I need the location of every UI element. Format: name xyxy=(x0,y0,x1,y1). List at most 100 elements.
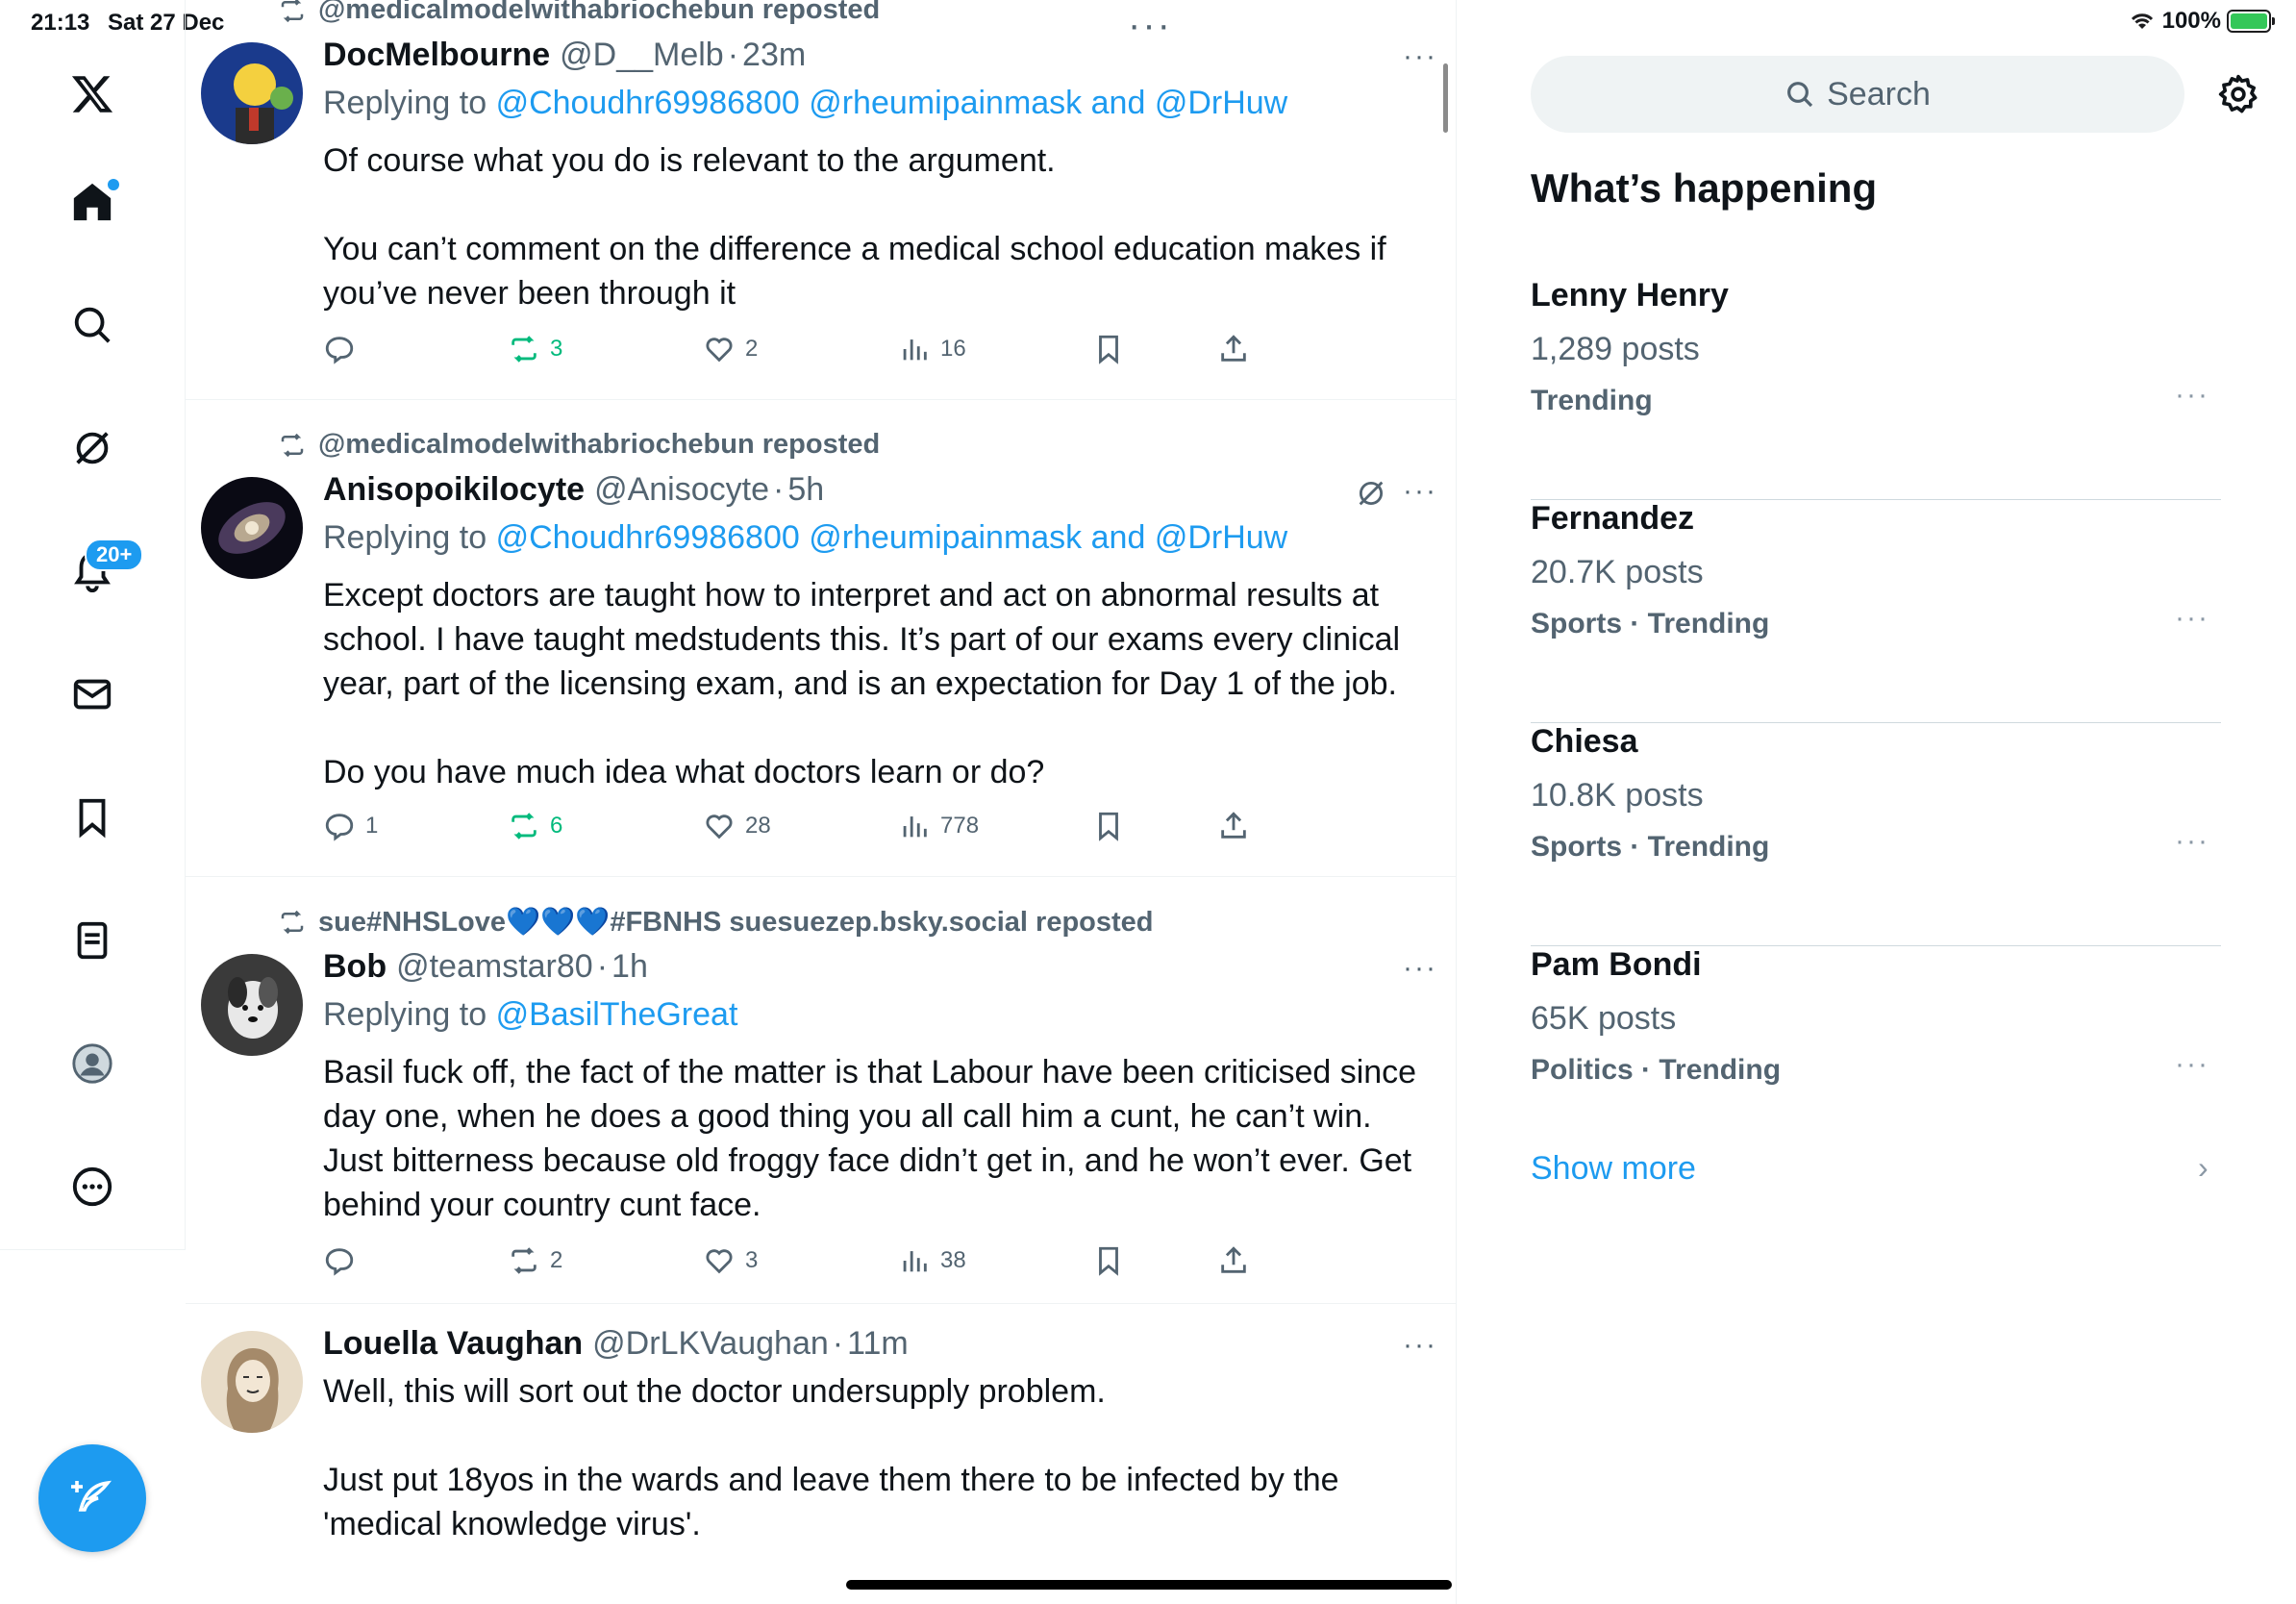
author-handle[interactable]: @teamstar80 xyxy=(396,948,593,986)
home-indicator[interactable] xyxy=(846,1580,1452,1590)
profile-icon[interactable] xyxy=(58,1029,127,1098)
trend-meta: Politics · Trending xyxy=(1531,1054,1782,1086)
x-logo-icon[interactable] xyxy=(58,60,127,129)
bookmark-button[interactable] xyxy=(1092,810,1125,842)
reply-mentions[interactable]: @Choudhr69986800 @rheumipainmask xyxy=(496,85,1083,121)
tweet-time[interactable]: 1h xyxy=(611,948,648,986)
share-icon xyxy=(1221,1246,1246,1273)
heart-icon xyxy=(706,338,733,363)
feather-plus-icon xyxy=(71,1480,112,1512)
grok-icon[interactable] xyxy=(1355,477,1387,510)
tweet-time[interactable]: 23m xyxy=(742,37,806,74)
like-button[interactable]: 2 xyxy=(703,333,758,365)
tweet[interactable]: sue#NHSLove💙💙💙#FBNHS suesuezep.bsky.soci… xyxy=(186,877,1456,1304)
tweet-header: DocMelbourne @D__Melb · 23m xyxy=(323,37,807,74)
reply-count: 1 xyxy=(365,813,379,839)
grok-icon[interactable] xyxy=(58,414,127,483)
trend-more-icon[interactable]: ··· xyxy=(2175,825,2209,858)
home-icon[interactable] xyxy=(58,167,127,237)
trend-name: Lenny Henry xyxy=(1531,277,1729,313)
chevron-right-icon[interactable]: › xyxy=(2198,1150,2209,1186)
repost-icon xyxy=(512,336,537,363)
bookmarks-icon[interactable] xyxy=(58,783,127,852)
reply-mentions[interactable]: @Choudhr69986800 @rheumipainmask xyxy=(496,519,1083,556)
views-chart-icon xyxy=(903,339,927,361)
views-count: 16 xyxy=(940,336,966,362)
trend-more-icon[interactable]: ··· xyxy=(2175,1048,2209,1081)
trend-item[interactable]: Fernandez 20.7K posts Sports · Trending … xyxy=(1531,500,2221,723)
trend-meta: Sports · Trending xyxy=(1531,608,1770,639)
avatar[interactable] xyxy=(201,1331,303,1433)
trend-item[interactable]: Lenny Henry 1,289 posts Trending ··· xyxy=(1531,277,2221,500)
share-icon xyxy=(1221,335,1246,362)
timeline: @medicalmodelwithabriochebun reposted ··… xyxy=(186,0,1457,1604)
tweet[interactable]: DocMelbourne @D__Melb · 23m ··· Replying… xyxy=(186,0,1456,400)
like-button[interactable]: 28 xyxy=(703,810,771,842)
messages-icon[interactable] xyxy=(58,660,127,729)
repost-button[interactable]: 6 xyxy=(508,810,562,842)
share-button[interactable] xyxy=(1217,333,1250,365)
avatar[interactable] xyxy=(201,477,303,579)
heart-icon xyxy=(706,1249,733,1274)
avatar[interactable] xyxy=(201,42,303,144)
repost-icon xyxy=(281,910,304,935)
explore-search-icon[interactable] xyxy=(58,290,127,360)
tweet-more-icon[interactable]: ··· xyxy=(1403,952,1437,985)
tweet[interactable]: @medicalmodelwithabriochebun reposted An… xyxy=(186,400,1456,877)
show-more-link[interactable]: Show more xyxy=(1531,1150,1696,1188)
author-name[interactable]: Louella Vaughan xyxy=(323,1325,583,1363)
trend-count: 20.7K posts xyxy=(1531,554,1704,590)
lists-icon[interactable] xyxy=(58,906,127,975)
settings-gear-icon[interactable] xyxy=(2217,73,2259,115)
author-handle[interactable]: @Anisocyte xyxy=(594,471,769,509)
repost-button[interactable]: 2 xyxy=(508,1244,562,1277)
trend-count: 1,289 posts xyxy=(1531,331,1700,367)
avatar[interactable] xyxy=(201,954,303,1056)
bookmark-button[interactable] xyxy=(1092,333,1125,365)
repost-attribution-text[interactable]: @medicalmodelwithabriochebun reposted xyxy=(318,429,880,461)
trend-name: Fernandez xyxy=(1531,500,1695,537)
author-name[interactable]: DocMelbourne xyxy=(323,37,550,74)
tweet-time[interactable]: 11m xyxy=(847,1325,909,1363)
share-button[interactable] xyxy=(1217,810,1250,842)
like-button[interactable]: 3 xyxy=(703,1244,758,1277)
bookmark-button[interactable] xyxy=(1092,1244,1125,1277)
reply-button[interactable]: 1 xyxy=(323,810,378,842)
tweet[interactable]: Louella Vaughan @DrLKVaughan · 11m ··· W… xyxy=(186,1304,1456,1604)
author-name[interactable]: Bob xyxy=(323,948,387,986)
author-handle[interactable]: @D__Melb xyxy=(560,37,724,74)
reply-button[interactable] xyxy=(323,1244,365,1277)
reply-icon xyxy=(325,1248,354,1276)
author-name[interactable]: Anisopoikilocyte xyxy=(323,471,585,509)
tweet-more-icon[interactable]: ··· xyxy=(1403,1329,1437,1362)
trend-meta: Sports · Trending xyxy=(1531,831,1770,863)
author-handle[interactable]: @DrLKVaughan xyxy=(592,1325,829,1363)
search-input[interactable]: Search xyxy=(1531,56,2184,133)
compose-post-button[interactable] xyxy=(38,1444,146,1552)
reply-mention-last[interactable]: @DrHuw xyxy=(1155,85,1287,121)
reply-mentions[interactable]: @BasilTheGreat xyxy=(496,996,738,1033)
views-button[interactable]: 16 xyxy=(898,333,966,365)
repost-icon xyxy=(512,1247,537,1274)
views-button[interactable]: 778 xyxy=(898,810,979,842)
tweet-more-icon[interactable]: ··· xyxy=(1403,40,1437,73)
trend-count: 65K posts xyxy=(1531,1000,1677,1037)
trend-item[interactable]: Chiesa 10.8K posts Sports · Trending ··· xyxy=(1531,723,2221,946)
repost-count: 3 xyxy=(550,336,563,362)
trend-more-icon[interactable]: ··· xyxy=(2175,379,2209,412)
tweet-more-icon[interactable]: ··· xyxy=(1403,475,1437,508)
reply-mention-last[interactable]: @DrHuw xyxy=(1155,519,1287,556)
trend-item[interactable]: Pam Bondi 65K posts Politics · Trending … xyxy=(1531,946,2221,1169)
reply-button[interactable] xyxy=(323,333,365,365)
tweet-time[interactable]: 5h xyxy=(787,471,824,509)
views-count: 38 xyxy=(940,1247,966,1273)
notifications-icon[interactable]: 20+ xyxy=(58,537,144,606)
views-button[interactable]: 38 xyxy=(898,1244,966,1277)
more-icon[interactable] xyxy=(58,1152,127,1221)
repost-button[interactable]: 3 xyxy=(508,333,562,365)
repost-attribution-text[interactable]: sue#NHSLove💙💙💙#FBNHS suesuezep.bsky.soci… xyxy=(318,906,1154,939)
share-button[interactable] xyxy=(1217,1244,1250,1277)
trend-name: Chiesa xyxy=(1531,723,1638,760)
trend-meta: Trending xyxy=(1531,385,1653,416)
trend-more-icon[interactable]: ··· xyxy=(2175,602,2209,635)
